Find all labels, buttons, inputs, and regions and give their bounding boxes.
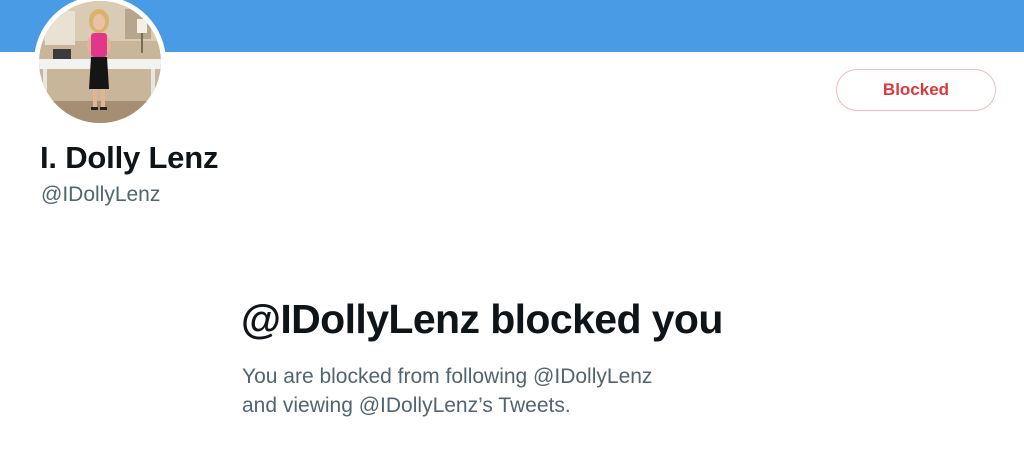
blocked-description-line-1: You are blocked from following @IDollyLe…: [242, 365, 653, 388]
blocked-description-line-2: and viewing @IDollyLenz’s Tweets.: [242, 394, 571, 417]
avatar-photo: [39, 1, 161, 123]
profile-handle: @IDollyLenz: [41, 183, 161, 206]
blocked-title: @IDollyLenz blocked you: [241, 296, 723, 342]
profile-display-name: I. Dolly Lenz: [40, 140, 219, 175]
blocked-button[interactable]: Blocked: [836, 69, 996, 111]
avatar[interactable]: [34, 0, 166, 128]
blocked-description: You are blocked from following @IDollyLe…: [242, 362, 802, 420]
blocked-button-label: Blocked: [882, 80, 950, 99]
profile-page: Blocked I. Dolly Lenz @IDollyLenz @IDoll…: [0, 0, 1024, 473]
